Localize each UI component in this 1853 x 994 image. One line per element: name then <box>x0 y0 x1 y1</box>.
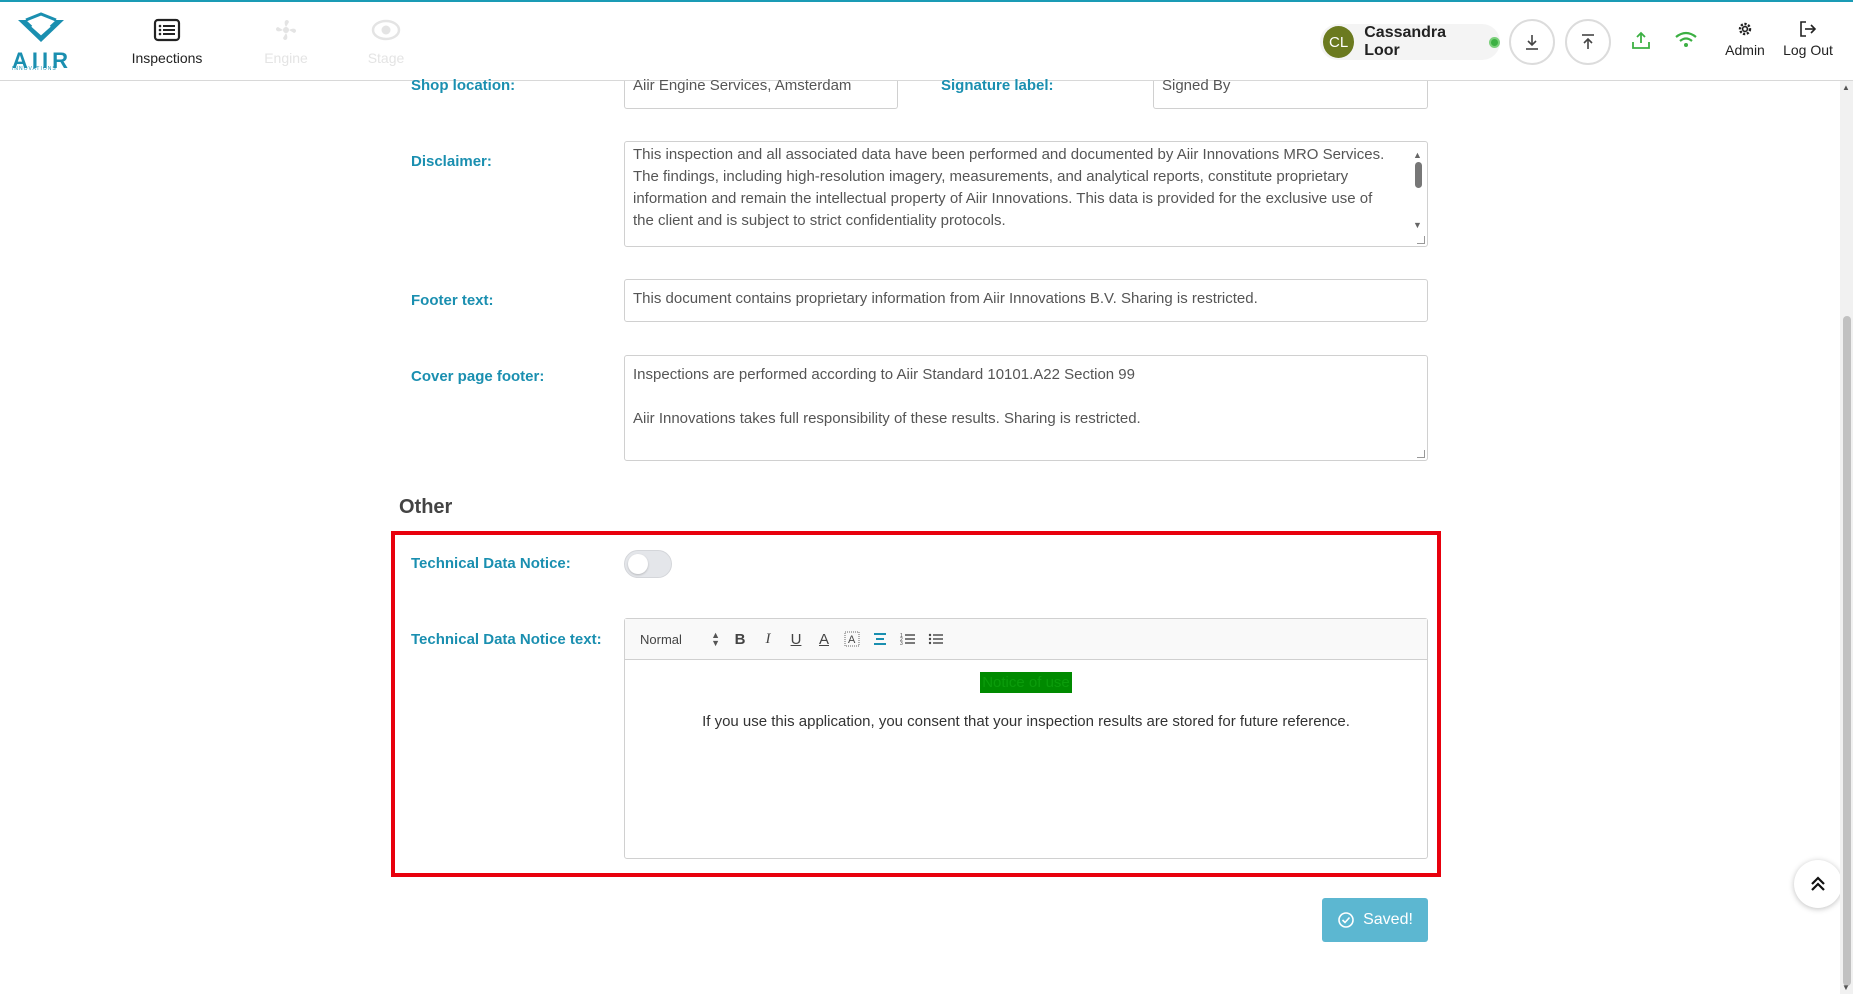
technical-data-notice-toggle[interactable] <box>624 550 672 578</box>
resize-handle-icon[interactable] <box>1417 450 1425 458</box>
align-center-button[interactable] <box>866 627 894 651</box>
nav-engine[interactable]: Engine <box>236 16 336 66</box>
disclaimer-textarea[interactable]: This inspection and all associated data … <box>624 141 1428 247</box>
saved-button-label: Saved! <box>1363 911 1413 928</box>
text-color-button[interactable]: A <box>810 627 838 651</box>
cloud-upload-icon[interactable] <box>1630 30 1652 52</box>
notice-heading: Notice of use <box>980 672 1072 693</box>
ordered-list-button[interactable]: 1 2 3 <box>894 627 922 651</box>
user-chip[interactable]: CL Cassandra Loor <box>1320 24 1500 60</box>
resize-handle-icon[interactable] <box>1417 236 1425 244</box>
upload-button[interactable] <box>1565 19 1611 65</box>
highlight-icon: A <box>844 631 860 647</box>
section-title-other: Other <box>399 496 453 518</box>
format-select[interactable]: Normal ▲ ▼ <box>640 630 726 648</box>
background-color-button[interactable]: A <box>838 627 866 651</box>
cover-footer-line-2: Aiir Innovations takes full responsibili… <box>633 410 1141 427</box>
list-icon <box>153 18 181 42</box>
logout-icon <box>1800 21 1817 37</box>
check-circle-icon <box>1338 912 1354 928</box>
nav-inspections[interactable]: Inspections <box>117 16 217 66</box>
svg-text:3: 3 <box>900 641 903 646</box>
editor-toolbar: Normal ▲ ▼ B I U A A 1 2 3 <box>625 619 1427 660</box>
toggle-knob <box>628 554 648 574</box>
nav-stage[interactable]: Stage <box>336 16 436 66</box>
avatar: CL <box>1323 26 1355 58</box>
footer-text-label: Footer text: <box>411 292 494 309</box>
online-status-icon <box>1489 36 1500 48</box>
gear-icon <box>1738 22 1752 36</box>
bold-button[interactable]: B <box>726 627 754 651</box>
technical-data-notice-editor[interactable]: Normal ▲ ▼ B I U A A 1 2 3 Notice of use… <box>624 618 1428 859</box>
disclaimer-scrollbar[interactable]: ▲ ▼ <box>1413 144 1423 232</box>
eye-icon <box>371 19 401 41</box>
cover-footer-label: Cover page footer: <box>411 368 545 385</box>
bullet-list-icon <box>928 633 943 645</box>
top-bar: AIIR INNOVATIONS Inspections Engine Stag… <box>0 0 1853 81</box>
footer-text-value: This document contains proprietary infor… <box>633 290 1258 307</box>
nav-stage-label: Stage <box>367 50 405 66</box>
scroll-to-top-button[interactable] <box>1794 860 1842 908</box>
shop-location-input[interactable]: Aiir Engine Services, Amsterdam <box>624 78 898 109</box>
bold-icon: B <box>734 630 746 648</box>
saved-button[interactable]: Saved! <box>1322 898 1428 942</box>
editor-content[interactable]: Notice of use If you use this applicatio… <box>625 660 1427 742</box>
admin-button[interactable]: Admin <box>1720 20 1770 58</box>
svg-text:A: A <box>848 634 856 646</box>
technical-data-notice-label: Technical Data Notice: <box>411 555 571 572</box>
cover-footer-textarea[interactable]: Inspections are performed according to A… <box>624 355 1428 461</box>
technical-data-notice-text-label: Technical Data Notice text: <box>411 631 602 648</box>
nav-inspections-label: Inspections <box>131 50 203 66</box>
download-button[interactable] <box>1509 19 1555 65</box>
italic-icon: I <box>765 630 771 647</box>
signature-label-input[interactable]: Signed By <box>1153 78 1428 109</box>
format-select-value: Normal <box>640 631 682 647</box>
underline-icon: U <box>790 630 802 648</box>
underline-button[interactable]: U <box>782 627 810 651</box>
disclaimer-value: This inspection and all associated data … <box>633 146 1385 229</box>
disclaimer-label: Disclaimer: <box>411 153 492 170</box>
scroll-down-icon[interactable]: ▼ <box>1413 214 1422 236</box>
upload-to-top-icon <box>1582 34 1594 49</box>
shop-location-label: Shop location: <box>411 77 516 94</box>
disclaimer-scroll-thumb[interactable] <box>1415 162 1422 188</box>
wifi-icon <box>1675 31 1697 47</box>
footer-text-input[interactable]: This document contains proprietary infor… <box>624 279 1428 322</box>
nav-engine-label: Engine <box>264 50 308 66</box>
logout-label: Log Out <box>1783 42 1833 58</box>
page-scrollbar[interactable]: ▲ ▼ <box>1840 81 1853 994</box>
select-arrows-icon: ▲ ▼ <box>711 630 720 648</box>
download-icon <box>1526 35 1538 50</box>
italic-button[interactable]: I <box>754 627 782 651</box>
bullet-list-button[interactable] <box>922 627 950 651</box>
engine-icon <box>275 19 297 41</box>
signature-label-value: Signed By <box>1162 77 1231 94</box>
logo-subtext: INNOVATIONS <box>12 66 57 72</box>
page-scroll-down-icon[interactable]: ▼ <box>1842 983 1850 992</box>
admin-label: Admin <box>1725 42 1765 58</box>
page-scroll-thumb[interactable] <box>1843 316 1851 986</box>
ordered-list-icon: 1 2 3 <box>900 633 915 646</box>
user-name: Cassandra Loor <box>1364 24 1447 59</box>
double-chevron-up-icon <box>1811 876 1825 891</box>
page-scroll-up-icon[interactable]: ▲ <box>1842 83 1850 92</box>
shop-location-value: Aiir Engine Services, Amsterdam <box>633 77 852 94</box>
notice-body: If you use this application, you consent… <box>702 713 1350 730</box>
logout-button[interactable]: Log Out <box>1780 20 1836 58</box>
signature-label-label: Signature label: <box>941 77 1054 94</box>
align-center-icon <box>874 633 886 645</box>
text-color-icon: A <box>818 630 829 648</box>
cover-footer-line-1: Inspections are performed according to A… <box>633 366 1135 383</box>
